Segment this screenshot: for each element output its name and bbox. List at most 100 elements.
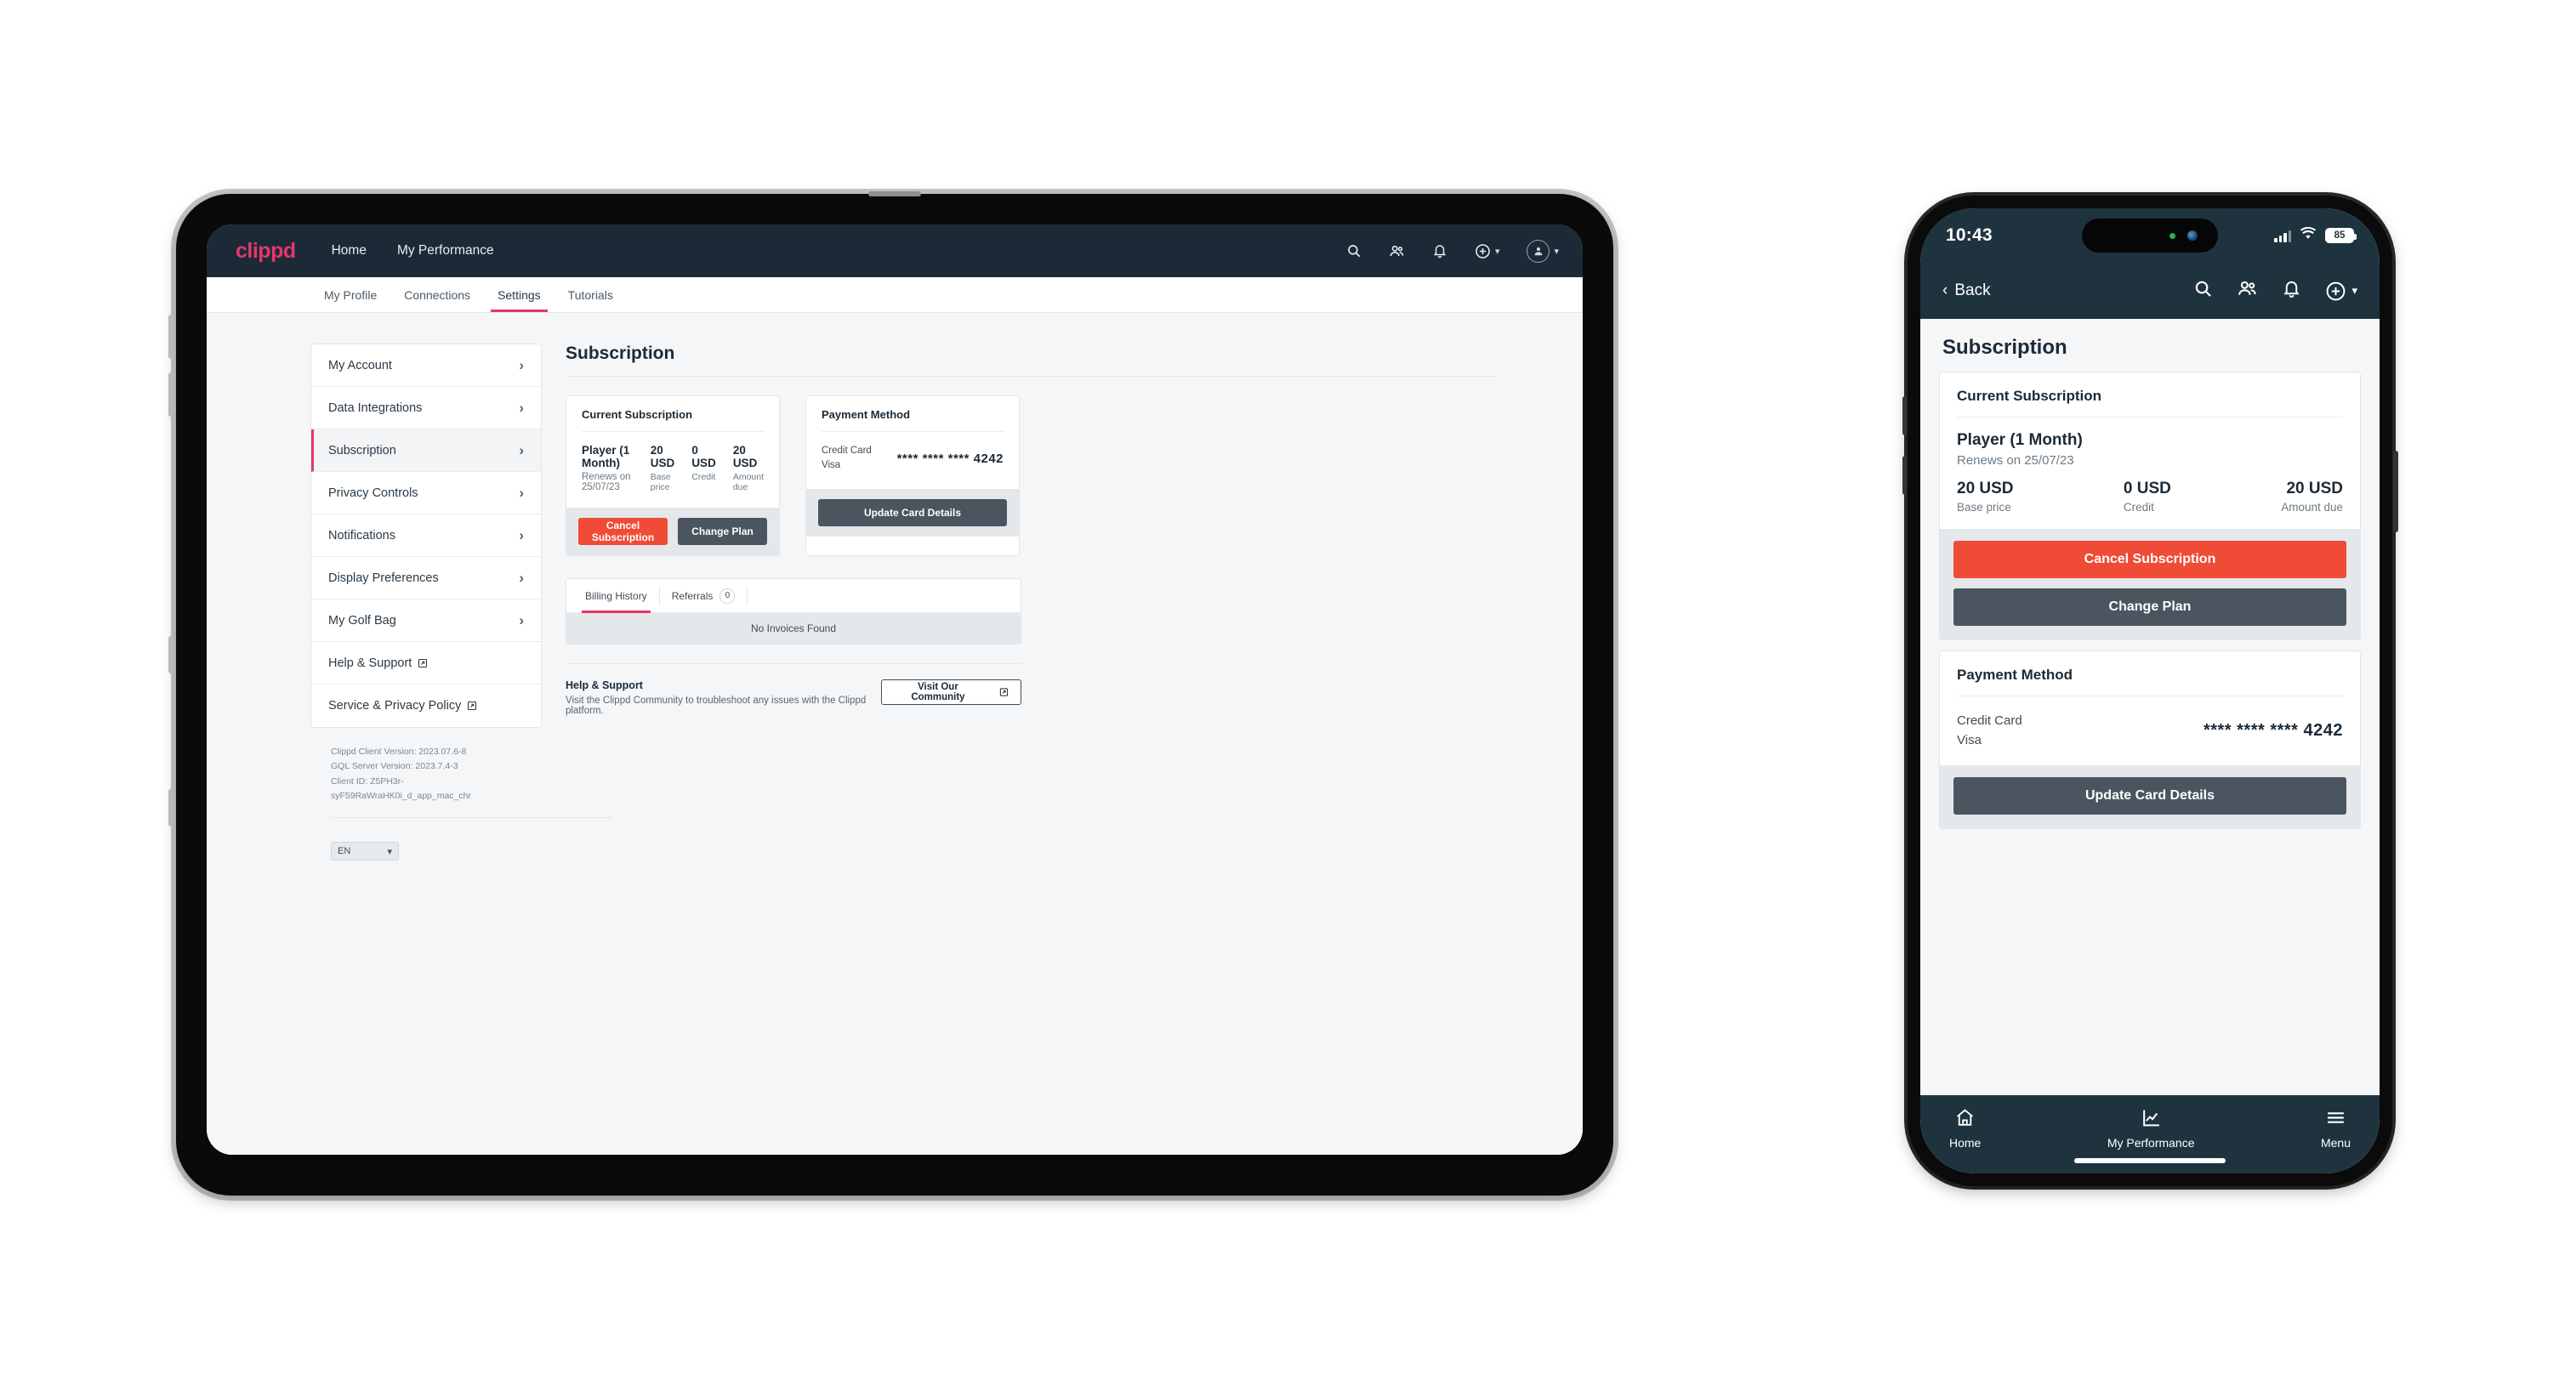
tablet-side-button-2[interactable]	[168, 372, 174, 417]
amount-value: 20 USD	[2286, 480, 2343, 497]
phone-volume-down-button[interactable]	[1902, 456, 1907, 495]
phone-power-button[interactable]	[2393, 451, 2398, 532]
chevron-right-icon: ›	[519, 441, 524, 458]
sidebar-item-my-golf-bag[interactable]: My Golf Bag ›	[311, 599, 541, 642]
phone-device: 10:43 85 ‹ Back ▾ Subscription Current S…	[1902, 196, 2398, 1186]
sidebar-item-help-and-support[interactable]: Help & Support ›	[311, 642, 541, 684]
phone-content[interactable]: Current Subscription Player (1 Month) Re…	[1920, 372, 2380, 1095]
chevron-right-icon: ›	[519, 569, 524, 586]
sidebar-item-notifications[interactable]: Notifications ›	[311, 514, 541, 557]
back-button[interactable]: ‹ Back	[1942, 281, 1991, 300]
search-icon[interactable]	[2193, 279, 2213, 303]
card-number-masked: **** **** **** 4242	[896, 451, 1004, 466]
cancel-subscription-button[interactable]: Cancel Subscription	[1953, 541, 2346, 578]
referrals-count-badge: 0	[719, 588, 736, 604]
phone-page-title: Subscription	[1920, 319, 2380, 372]
bell-icon[interactable]	[2282, 279, 2301, 303]
settings-menu: My Account › Data Integrations › Subscri…	[310, 344, 542, 728]
tab-tutorials[interactable]: Tutorials	[554, 277, 627, 312]
avatar[interactable]: ▾	[1527, 239, 1559, 263]
people-icon[interactable]	[2237, 278, 2258, 304]
tablet-screen: clippd Home My Performance ▾ ▾ My Profil…	[207, 224, 1583, 1155]
tab-divider	[747, 586, 748, 605]
card-title: Payment Method	[1957, 667, 2073, 683]
chevron-right-icon: ›	[519, 399, 524, 416]
clippd-logo[interactable]: clippd	[236, 239, 296, 264]
tab-referrals[interactable]: Referrals 0	[660, 579, 748, 612]
battery-icon: 85	[2325, 228, 2357, 243]
back-label: Back	[1954, 281, 1991, 299]
help-title: Help & Support	[566, 679, 643, 691]
update-card-details-button[interactable]: Update Card Details	[1953, 777, 2346, 815]
tab-my-profile[interactable]: My Profile	[310, 277, 390, 312]
nav-link-home[interactable]: Home	[332, 243, 367, 258]
title-divider	[566, 376, 1498, 377]
payment-method-card: Payment Method Credit Card Visa **** ***…	[805, 395, 1020, 556]
phone-volume-up-button[interactable]	[1902, 396, 1907, 435]
amount-label: Credit	[2123, 501, 2154, 514]
settings-sidebar: My Account › Data Integrations › Subscri…	[207, 344, 611, 1155]
update-card-details-button[interactable]: Update Card Details	[818, 498, 1007, 526]
current-subscription-card: Current Subscription Player (1 Month) Re…	[566, 395, 780, 556]
tabbar-label: Home	[1949, 1136, 1982, 1150]
page-title: Subscription	[566, 344, 675, 363]
amount-credit: 0 USD Credit	[2124, 480, 2171, 514]
chevron-right-icon: ›	[519, 611, 524, 628]
add-icon[interactable]: ▾	[1475, 243, 1500, 259]
cellular-signal-icon	[2274, 230, 2291, 242]
sidebar-item-label: Display Preferences	[328, 571, 439, 585]
sidebar-item-privacy-controls[interactable]: Privacy Controls ›	[311, 472, 541, 514]
add-icon[interactable]: ▾	[2325, 281, 2357, 302]
amount-due: 20 USD Amount due	[2281, 480, 2343, 514]
sidebar-item-subscription[interactable]: Subscription ›	[311, 429, 541, 472]
tablet-content: My Account › Data Integrations › Subscri…	[207, 313, 1583, 1155]
chevron-right-icon: ›	[519, 356, 524, 373]
tablet-settings-tabs: My Profile Connections Settings Tutorial…	[207, 277, 1583, 313]
tabbar-item-my-performance[interactable]: My Performance	[2107, 1107, 2195, 1150]
tabbar-item-menu[interactable]: Menu	[2321, 1107, 2351, 1150]
nav-link-my-performance[interactable]: My Performance	[397, 243, 494, 258]
client-id: Client ID: Z5PH3r-syF59RaWraHK0i_d_app_m…	[331, 775, 471, 801]
front-camera-icon	[2187, 230, 2198, 241]
phone-payment-method-card: Payment Method Credit Card Visa **** ***…	[1939, 650, 2361, 829]
visit-community-button[interactable]: Visit Our Community	[880, 679, 1021, 705]
payment-type: Credit Card	[1957, 713, 2022, 728]
sidebar-item-service-and-privacy-policy[interactable]: Service & Privacy Policy ›	[311, 684, 541, 727]
amount-value: 0 USD	[2123, 480, 2171, 497]
visit-community-label: Visit Our Community	[911, 682, 965, 702]
help-description: Visit the Clippd Community to troublesho…	[566, 696, 867, 716]
bell-icon[interactable]	[1432, 243, 1447, 258]
subscription-panel: Subscription Current Subscription Player…	[542, 344, 1583, 1155]
cancel-subscription-button[interactable]: Cancel Subscription	[578, 518, 668, 545]
change-plan-button[interactable]: Change Plan	[678, 518, 767, 545]
external-link-icon	[418, 658, 428, 667]
plan-renewal-date: Renews on 25/07/23	[582, 472, 631, 492]
billing-section: Billing History Referrals 0 No Invoices …	[566, 578, 1021, 645]
tablet-side-button-1[interactable]	[168, 315, 174, 359]
sidebar-item-data-integrations[interactable]: Data Integrations ›	[311, 387, 541, 429]
home-indicator	[2074, 1158, 2226, 1163]
sidebar-item-display-preferences[interactable]: Display Preferences ›	[311, 557, 541, 599]
chevron-down-icon: ▾	[1494, 246, 1500, 257]
sidebar-item-my-account[interactable]: My Account ›	[311, 344, 541, 387]
plan-name: Player (1 Month)	[1957, 431, 2083, 449]
sidebar-item-label: Data Integrations	[328, 400, 423, 415]
tabbar-item-home[interactable]: Home	[1949, 1107, 1981, 1150]
chevron-right-icon: ›	[519, 484, 524, 501]
tab-billing-history[interactable]: Billing History	[573, 579, 659, 613]
tab-label: Billing History	[585, 589, 647, 602]
search-icon[interactable]	[1346, 243, 1362, 258]
tablet-side-button-4[interactable]	[168, 789, 174, 826]
sidebar-item-label: Notifications	[328, 528, 395, 542]
version-info: Clippd Client Version: 2023.07.6-8 GQL S…	[310, 728, 542, 804]
change-plan-button[interactable]: Change Plan	[1953, 588, 2346, 626]
tablet-side-button-3[interactable]	[168, 636, 174, 673]
amount-label: Credit	[691, 472, 716, 482]
amount-base-price: 20 USD Base price	[651, 444, 675, 492]
people-icon[interactable]	[1389, 243, 1405, 259]
sidebar-item-label: My Account	[328, 358, 392, 372]
language-select[interactable]: EN ▾	[331, 842, 399, 861]
tab-connections[interactable]: Connections	[390, 277, 484, 312]
tab-settings[interactable]: Settings	[484, 277, 554, 312]
tabbar-label: My Performance	[2107, 1136, 2195, 1150]
